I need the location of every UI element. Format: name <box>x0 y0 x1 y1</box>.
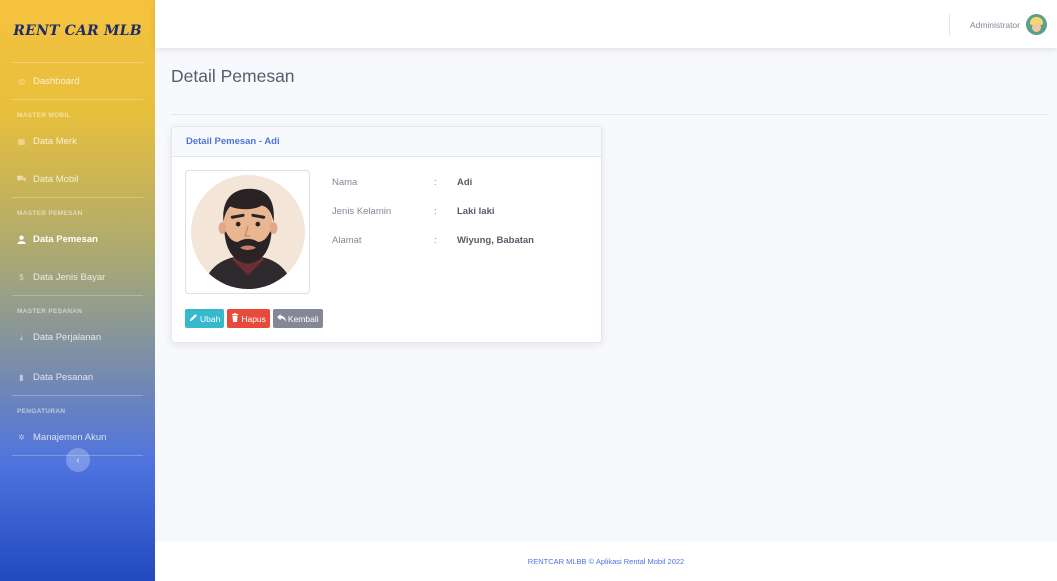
sidebar-heading-pesanan: MASTER PESANAN <box>17 308 83 315</box>
sidebar-item-data-merk[interactable]: ▦ Data Merk <box>0 123 155 159</box>
delete-label: Hapus <box>241 313 266 324</box>
sidebar-item-label: Data Jenis Bayar <box>33 271 106 283</box>
sidebar: RENT CAR MLB ◎ Dashboard MASTER MOBIL ▦ … <box>0 0 155 581</box>
back-button[interactable]: Kembali <box>272 309 323 328</box>
sidebar-item-data-perjalanan[interactable]: ⇣ Data Perjalanan <box>0 319 155 355</box>
info-row-jenis-kelamin: Jenis Kelamin : Laki laki <box>332 206 534 235</box>
page-title: Detail Pemesan <box>171 66 295 86</box>
field-label: Nama <box>332 177 358 188</box>
sidebar-item-label: Data Perjalanan <box>33 331 102 343</box>
footer: RENTCAR MLBB © Aplikasi Rental Mobil 202… <box>155 542 1057 581</box>
edit-button[interactable]: Ubah <box>185 309 225 328</box>
sidebar-toggle-button[interactable]: ‹ <box>66 448 90 472</box>
cog-icon: ✲ <box>18 432 25 442</box>
sidebar-heading-pemesan: MASTER PEMESAN <box>17 210 83 217</box>
customer-photo <box>185 170 310 294</box>
sidebar-item-label: Dashboard <box>33 75 80 87</box>
sidebar-item-data-pesanan[interactable]: ▮ Data Pesanan <box>0 359 155 395</box>
detail-card: Detail Pemesan - Adi Nama: Adi Jenis Ke… <box>171 126 602 343</box>
field-label: Alamat <box>332 235 362 246</box>
edit-label: Ubah <box>200 313 221 324</box>
sidebar-item-dashboard[interactable]: ◎ Dashboard <box>0 63 155 99</box>
info-row-nama: Nama : Adi <box>332 177 534 206</box>
table-icon: ▦ <box>17 136 26 146</box>
sidebar-item-data-pemesan[interactable]: Data Pemesan <box>0 221 155 257</box>
user-avatar-icon <box>1026 14 1047 35</box>
user-name: Administrator <box>969 19 1020 30</box>
brand-logo[interactable]: RENT CAR MLB <box>0 0 155 62</box>
topbar-divider <box>949 14 950 36</box>
sidebar-item-label: Data Mobil <box>33 173 79 185</box>
reply-icon <box>276 313 286 324</box>
field-colon: : <box>434 206 437 217</box>
action-buttons: Ubah Hapus Kembali <box>185 309 323 328</box>
man-avatar-icon <box>190 174 305 290</box>
road-icon: ⇣ <box>18 332 25 342</box>
page-divider <box>171 114 1049 115</box>
field-label: Jenis Kelamin <box>332 206 392 217</box>
sidebar-item-label: Manajemen Akun <box>33 431 107 443</box>
dollar-icon: $ <box>19 272 24 282</box>
topbar: Administrator <box>155 0 1057 48</box>
sidebar-item-data-jenis-bayar[interactable]: $ Data Jenis Bayar <box>0 259 155 295</box>
field-value: Wiyung, Babatan <box>457 235 534 246</box>
pencil-icon <box>189 313 198 324</box>
field-colon: : <box>434 235 437 246</box>
car-icon: ⛟ <box>16 174 27 183</box>
sidebar-item-label: Data Pesanan <box>33 371 94 383</box>
back-label: Kembali <box>287 313 319 324</box>
delete-button[interactable]: Hapus <box>227 309 270 328</box>
customer-info: Nama : Adi Jenis Kelamin : Laki laki Ala… <box>332 177 534 264</box>
brand-text: RENT CAR MLB <box>13 23 142 39</box>
footer-text: RENTCAR MLBB © Aplikasi Rental Mobil 202… <box>527 557 685 566</box>
field-value: Adi <box>457 177 473 188</box>
info-row-alamat: Alamat : Wiyung, Babatan <box>332 235 534 264</box>
user-dropdown[interactable]: Administrator <box>970 14 1047 35</box>
card-title: Detail Pemesan - Adi <box>172 127 601 157</box>
sidebar-item-label: Data Merk <box>33 135 77 147</box>
field-value: Laki laki <box>457 206 495 217</box>
trash-icon <box>231 313 239 324</box>
sidebar-item-label: Data Pemesan <box>33 233 98 245</box>
sidebar-item-data-mobil[interactable]: ⛟ Data Mobil <box>0 161 155 197</box>
field-colon: : <box>434 177 437 188</box>
file-icon: ▮ <box>19 372 24 382</box>
sidebar-heading-mobil: MASTER MOBIL <box>17 112 71 119</box>
sidebar-heading-pengaturan: PENGATURAN <box>17 408 66 415</box>
dashboard-icon: ◎ <box>18 76 25 86</box>
chevron-left-icon: ‹ <box>76 454 80 466</box>
user-icon <box>17 235 26 244</box>
